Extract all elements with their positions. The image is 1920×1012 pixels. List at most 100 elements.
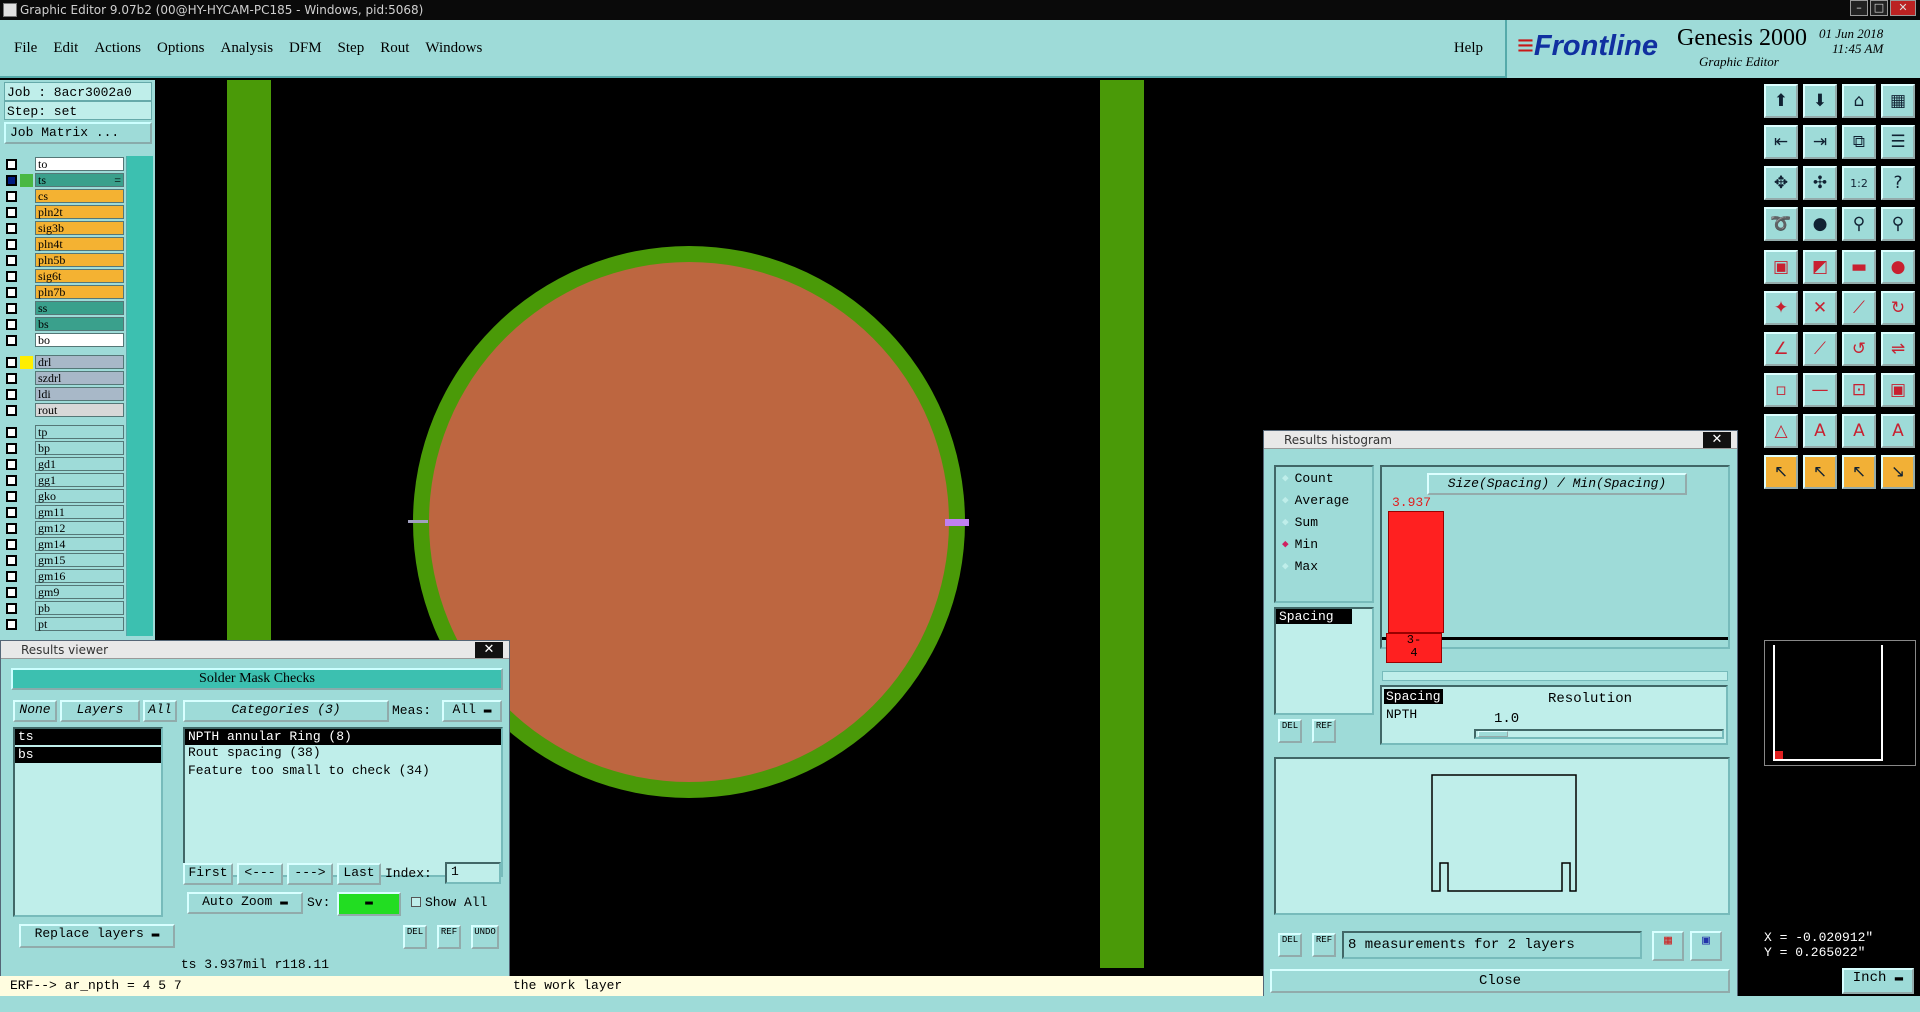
line-icon[interactable]: ⟋ xyxy=(1842,291,1876,325)
mode-radio-max[interactable]: ◆ Max xyxy=(1276,555,1372,577)
layer-affected-marker[interactable] xyxy=(20,206,33,219)
layer-row-tp[interactable]: tp xyxy=(6,424,124,440)
triangle-icon[interactable]: △ xyxy=(1764,414,1798,448)
del-button[interactable]: DEL xyxy=(403,925,427,949)
layer-checkbox[interactable] xyxy=(6,404,17,416)
layer-checkbox[interactable] xyxy=(6,372,17,384)
table-icon[interactable]: ☰ xyxy=(1881,125,1915,159)
rotate-icon[interactable]: ↺ xyxy=(1842,332,1876,366)
layer-affected-marker[interactable] xyxy=(20,490,33,503)
job-matrix-button[interactable]: Job Matrix ... xyxy=(4,122,152,144)
command-line[interactable]: ERF--> ar_npth = 4 5 7 the work layer xyxy=(0,976,1440,996)
layer-affected-marker[interactable] xyxy=(20,302,33,315)
layer-affected-marker[interactable] xyxy=(20,388,33,401)
layer-affected-marker[interactable] xyxy=(20,538,33,551)
layer-row-sig3b[interactable]: sig3b xyxy=(6,220,124,236)
layer-affected-marker[interactable] xyxy=(20,570,33,583)
layout-icon[interactable]: ▦ xyxy=(1881,84,1915,118)
layer-row-rout[interactable]: rout xyxy=(6,402,124,418)
layer-row-gm15[interactable]: gm15 xyxy=(6,552,124,568)
detail-item[interactable]: NPTH xyxy=(1386,707,1417,722)
category-item[interactable]: NPTH annular Ring (8) xyxy=(185,729,501,745)
units-select[interactable]: Inch ▬ xyxy=(1842,968,1914,994)
export-icon[interactable]: ▣ xyxy=(1690,931,1722,961)
menu-actions[interactable]: Actions xyxy=(94,40,141,57)
next-button[interactable]: ---> xyxy=(287,863,333,885)
layer-checkbox[interactable] xyxy=(6,538,17,550)
layer-name[interactable]: to xyxy=(35,157,124,171)
layer-affected-marker[interactable] xyxy=(20,318,33,331)
draw-icon[interactable]: ⟋ xyxy=(1803,332,1837,366)
layer-name[interactable]: drl xyxy=(35,355,124,369)
layer-name[interactable]: gm16 xyxy=(35,569,124,583)
layer-affected-marker[interactable] xyxy=(20,522,33,535)
layer-name[interactable]: gg1 xyxy=(35,473,124,487)
layer-affected-marker[interactable] xyxy=(20,586,33,599)
layer-checkbox[interactable] xyxy=(6,158,17,170)
shape-icon[interactable]: ◩ xyxy=(1803,250,1837,284)
layer-row-pln5b[interactable]: pln5b xyxy=(6,252,124,268)
layer-checkbox[interactable] xyxy=(6,554,17,566)
layer-result-item[interactable]: ts xyxy=(15,729,161,745)
cursor-icon[interactable]: ↖ xyxy=(1842,455,1876,489)
pan-icon[interactable]: ✣ xyxy=(1803,166,1837,200)
mode-radio-average[interactable]: ◆ Average xyxy=(1276,489,1372,511)
close-button[interactable]: Close xyxy=(1270,969,1730,993)
layer-row-gm16[interactable]: gm16 xyxy=(6,568,124,584)
mode-radio-min[interactable]: ◆ Min xyxy=(1276,533,1372,555)
menu-file[interactable]: File xyxy=(14,40,37,57)
layer-checkbox[interactable] xyxy=(6,570,17,582)
route-icon[interactable]: ➰ xyxy=(1764,207,1798,241)
layer-row-pt[interactable]: pt xyxy=(6,616,124,632)
histo-del-button[interactable]: DEL xyxy=(1278,719,1302,743)
all-button[interactable]: All xyxy=(143,700,177,722)
probe-icon[interactable]: ● xyxy=(1803,207,1837,241)
scale-icon[interactable]: 1:2 xyxy=(1842,166,1876,200)
layer-affected-marker[interactable] xyxy=(20,618,33,631)
histogram-bar[interactable] xyxy=(1388,511,1444,633)
layer-checkbox[interactable] xyxy=(6,206,17,218)
resolution-slider[interactable] xyxy=(1474,729,1724,739)
none-button[interactable]: None xyxy=(13,700,57,722)
layer-affected-marker[interactable] xyxy=(20,355,33,369)
layer-affected-marker[interactable] xyxy=(20,602,33,615)
arc-icon[interactable]: ↻ xyxy=(1881,291,1915,325)
layer-checkbox[interactable] xyxy=(6,286,17,298)
fill-icon[interactable]: ↘ xyxy=(1881,455,1915,489)
layer-checkbox[interactable] xyxy=(6,522,17,534)
layer-affected-marker[interactable] xyxy=(20,286,33,299)
measure-list[interactable]: Spacing xyxy=(1274,607,1374,715)
undo-button[interactable]: UNDO xyxy=(471,925,499,949)
menu-edit[interactable]: Edit xyxy=(53,40,78,57)
layer-name[interactable]: gm9 xyxy=(35,585,124,599)
layer-checkbox[interactable] xyxy=(6,458,17,470)
layer-name[interactable]: gm14 xyxy=(35,537,124,551)
layer-row-ts[interactable]: ts = xyxy=(6,172,124,188)
pointer-icon[interactable]: ↖ xyxy=(1764,455,1798,489)
layer-checkbox[interactable] xyxy=(6,388,17,400)
circle-icon[interactable]: ● xyxy=(1881,250,1915,284)
layer-row-ss[interactable]: ss xyxy=(6,300,124,316)
select-icon[interactable]: ↖ xyxy=(1803,455,1837,489)
layer-row-pb[interactable]: pb xyxy=(6,600,124,616)
layer-affected-marker[interactable] xyxy=(20,334,33,347)
resolution-slider-thumb[interactable] xyxy=(1478,731,1508,737)
histo-ref-button[interactable]: REF xyxy=(1312,719,1336,743)
menu-help[interactable]: Help xyxy=(1454,40,1483,57)
meas-select[interactable]: All ▬ xyxy=(442,700,502,722)
angle-icon[interactable]: ∠ xyxy=(1764,332,1798,366)
layer-affected-marker[interactable] xyxy=(20,506,33,519)
cross-icon[interactable]: ✕ xyxy=(1803,291,1837,325)
menu-windows[interactable]: Windows xyxy=(425,40,482,57)
layer-row-gg1[interactable]: gg1 xyxy=(6,472,124,488)
layer-checkbox[interactable] xyxy=(6,254,17,266)
index-input[interactable]: 1 xyxy=(445,862,501,884)
layer-row-ldi[interactable]: ldi xyxy=(6,386,124,402)
layer-checkbox[interactable] xyxy=(6,506,17,518)
layer-checkbox[interactable] xyxy=(6,318,17,330)
layer-name[interactable]: pln4t xyxy=(35,237,124,251)
copy-icon[interactable]: ⧉ xyxy=(1842,125,1876,159)
layer-row-to[interactable]: to xyxy=(6,156,124,172)
layer-checkbox[interactable] xyxy=(6,222,17,234)
layer-row-sig6t[interactable]: sig6t xyxy=(6,268,124,284)
